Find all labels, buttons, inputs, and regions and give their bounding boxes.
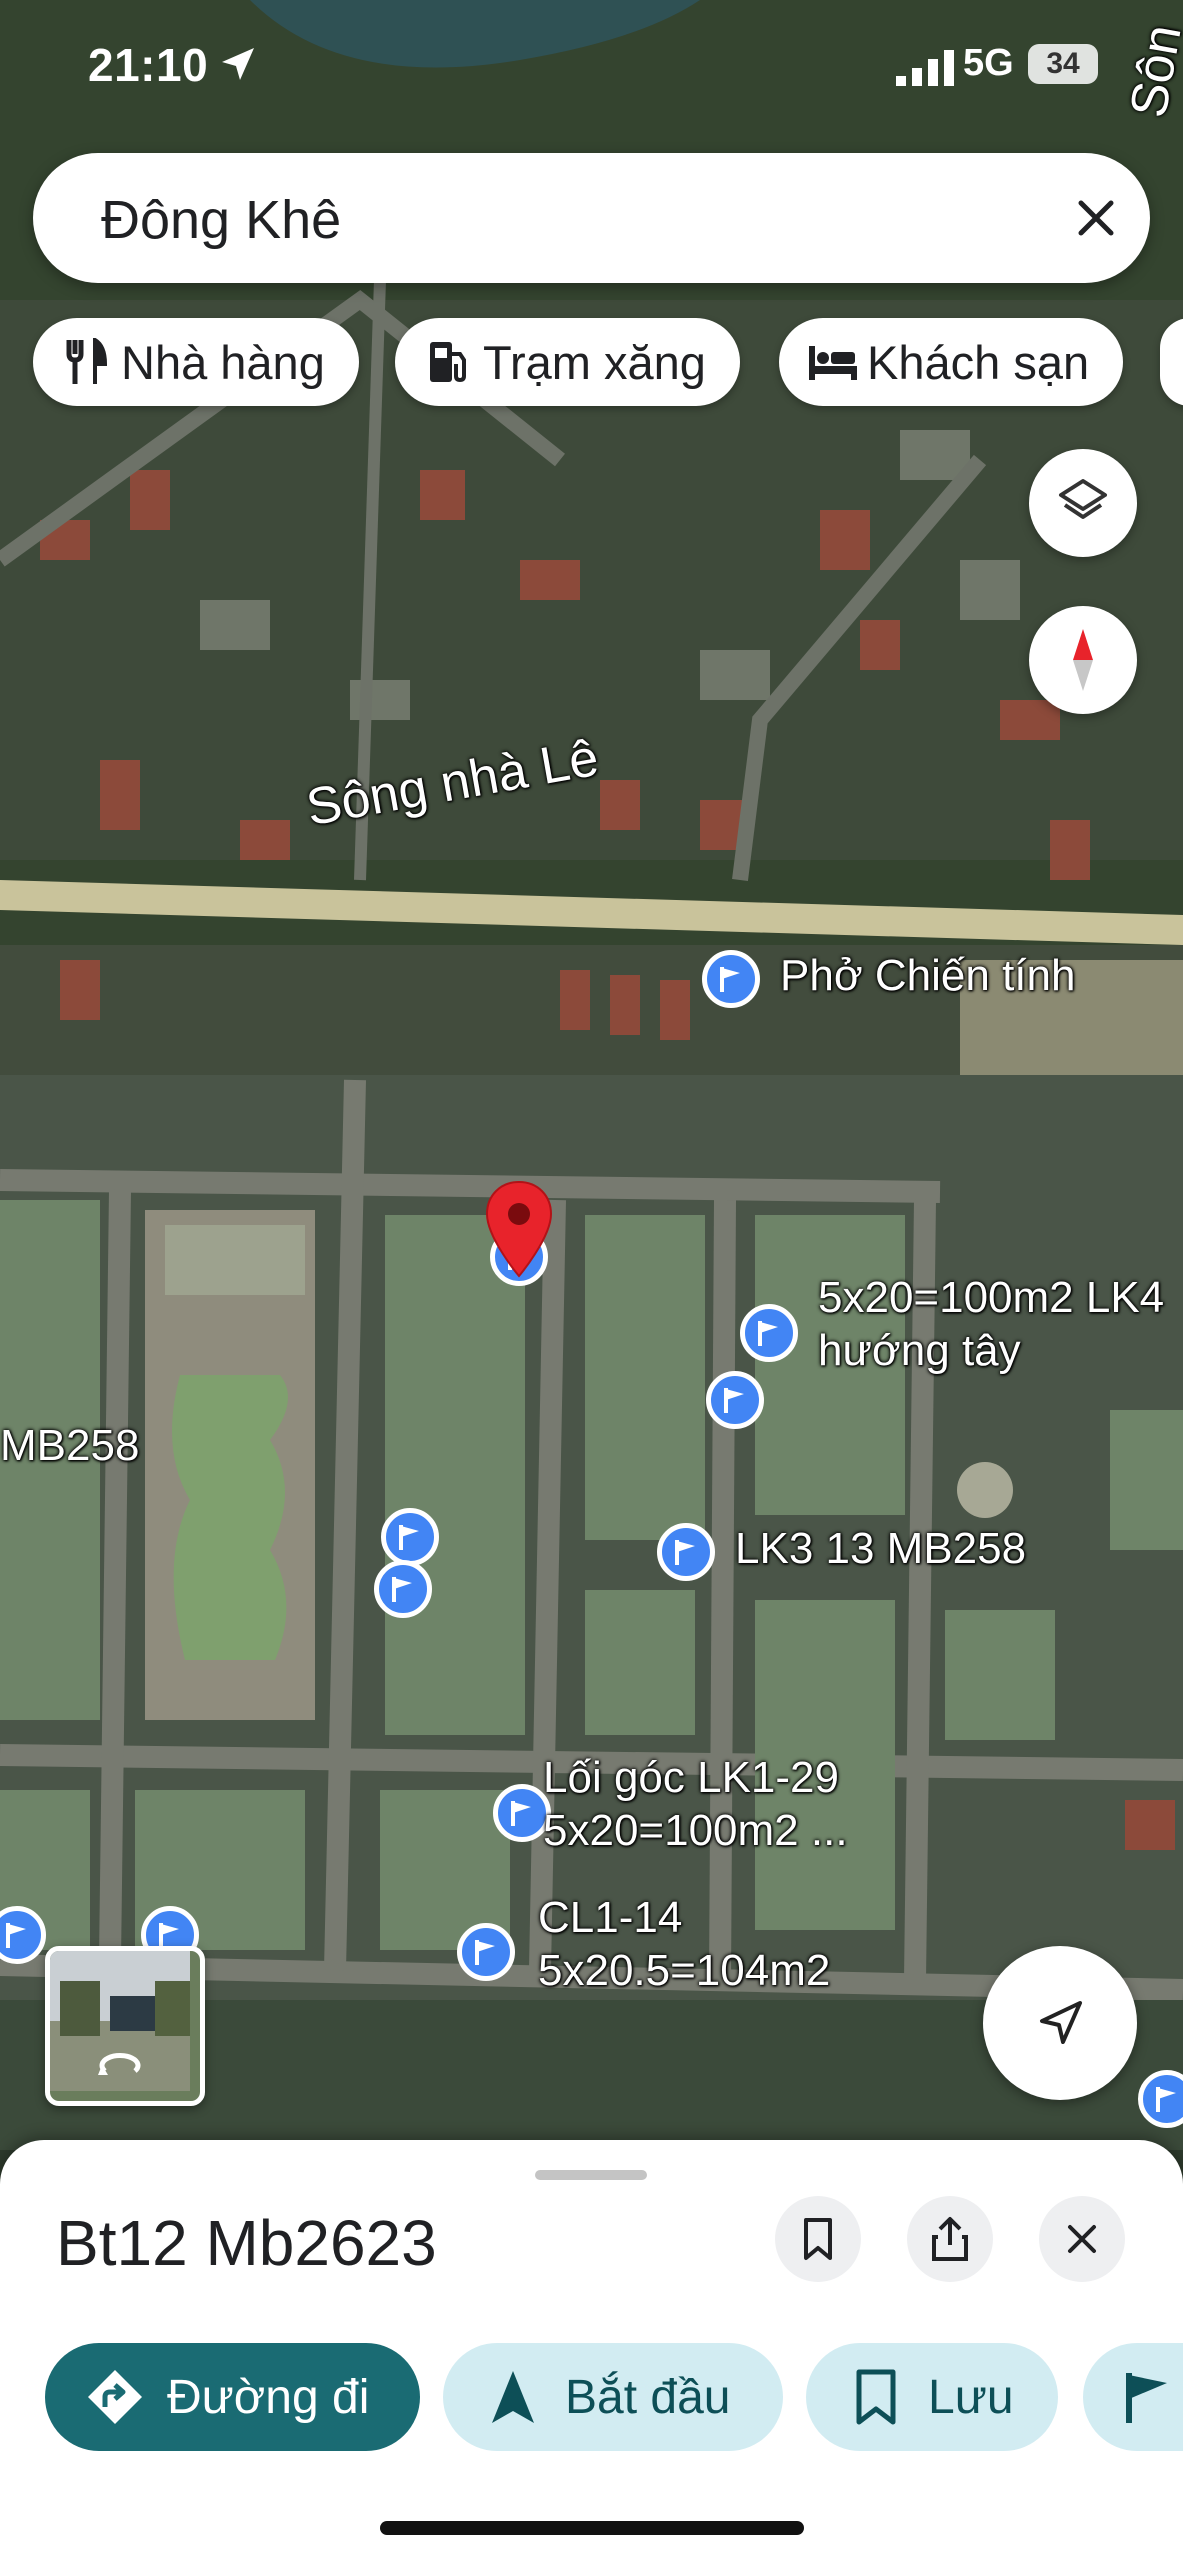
place-title: Bt12 Mb2623	[56, 2207, 437, 2279]
close-icon[interactable]	[1069, 191, 1123, 245]
directions-icon	[85, 2367, 145, 2427]
place-label-line2: 5x20=100m2 ...	[543, 1805, 848, 1855]
place-label[interactable]: Phở Chiến tính	[780, 950, 1075, 1003]
flag-icon	[511, 1801, 531, 1826]
flag-icon	[675, 1540, 695, 1565]
place-label-line1: Lối góc LK1-29	[543, 1753, 839, 1802]
flag-icon	[1156, 2087, 1176, 2112]
flag-icon	[758, 1321, 778, 1346]
chip-gas-stations[interactable]: Trạm xăng	[395, 318, 740, 406]
directions-label: Đường đi	[167, 2370, 370, 2424]
place-label-line1: CL1-14	[538, 1893, 683, 1942]
network-type: 5G	[963, 42, 1014, 84]
bookmark-icon	[846, 2367, 906, 2427]
street-view-thumbnail[interactable]	[45, 1946, 205, 2106]
place-label[interactable]: 5x20=100m2 LK4 hướng tây	[818, 1272, 1164, 1378]
flag-icon	[399, 1525, 419, 1550]
place-label-line1: 5x20=100m2 LK4	[818, 1273, 1165, 1322]
gas-station-icon	[423, 337, 473, 387]
more-action-button[interactable]	[1083, 2343, 1183, 2451]
share-button[interactable]	[907, 2196, 993, 2282]
place-label[interactable]: LK3 13 MB258	[735, 1523, 1026, 1576]
place-label[interactable]: CL1-14 5x20.5=104m2	[538, 1892, 830, 1998]
place-label-line2: hướng tây	[818, 1325, 1021, 1375]
place-label-line2: 5x20.5=104m2	[538, 1945, 831, 1995]
flag-icon	[720, 967, 740, 992]
directions-button[interactable]: Đường đi	[45, 2343, 420, 2451]
hotel-icon	[807, 337, 857, 387]
map-marker-icon	[485, 1180, 553, 1278]
battery-indicator: 34	[1028, 44, 1098, 84]
status-time: 21:10	[88, 39, 209, 91]
flag-icon	[1123, 2367, 1173, 2427]
flag-icon	[392, 1577, 412, 1602]
save-button[interactable]	[775, 2196, 861, 2282]
close-button[interactable]	[1039, 2196, 1125, 2282]
navigation-start-icon	[483, 2367, 543, 2427]
chip-hotels[interactable]: Khách sạn	[779, 318, 1124, 406]
save-label: Lưu	[928, 2370, 1014, 2424]
compass-icon	[1073, 629, 1093, 691]
street-view-image	[50, 1951, 190, 2091]
bookmark-icon	[804, 2218, 832, 2260]
chip-label: Trạm xăng	[483, 335, 706, 389]
location-services-icon	[222, 48, 254, 80]
compass-button[interactable]	[1029, 606, 1137, 714]
close-icon	[1068, 2225, 1096, 2253]
place-pin[interactable]	[457, 1923, 515, 1981]
status-bar: 21:10 5G 34	[0, 0, 1183, 135]
drag-handle[interactable]	[535, 2170, 647, 2180]
location-arrow-icon	[1040, 2001, 1082, 2044]
chip-restaurants[interactable]: Nhà hàng	[33, 318, 359, 406]
start-button[interactable]: Bắt đầu	[443, 2343, 783, 2451]
cellular-signal-icon	[896, 50, 954, 86]
start-label: Bắt đầu	[565, 2370, 731, 2424]
layers-button[interactable]	[1029, 449, 1137, 557]
selected-location-pin[interactable]	[484, 1180, 554, 1285]
search-bar[interactable]: Đông Khê	[33, 153, 1150, 283]
my-location-button[interactable]	[983, 1946, 1137, 2100]
save-action-button[interactable]: Lưu	[806, 2343, 1058, 2451]
place-pin[interactable]	[374, 1560, 432, 1618]
layers-icon	[1059, 479, 1107, 519]
flag-icon	[475, 1940, 495, 1965]
restaurant-icon	[61, 337, 111, 387]
place-pin[interactable]	[657, 1523, 715, 1581]
share-icon	[932, 2217, 968, 2261]
place-label[interactable]: Lối góc LK1-29 5x20=100m2 ...	[543, 1752, 848, 1858]
flag-icon	[6, 1923, 26, 1948]
place-pin[interactable]	[702, 950, 760, 1008]
chip-label: Nhà hàng	[121, 335, 325, 389]
map-label-partial: MB258	[0, 1421, 140, 1470]
chip-label: Khách sạn	[867, 335, 1090, 389]
search-query[interactable]: Đông Khê	[101, 189, 341, 251]
flag-icon	[724, 1388, 744, 1413]
home-indicator[interactable]	[380, 2521, 804, 2535]
place-pin[interactable]	[381, 1508, 439, 1566]
place-pin[interactable]	[706, 1371, 764, 1429]
place-pin[interactable]	[740, 1304, 798, 1362]
